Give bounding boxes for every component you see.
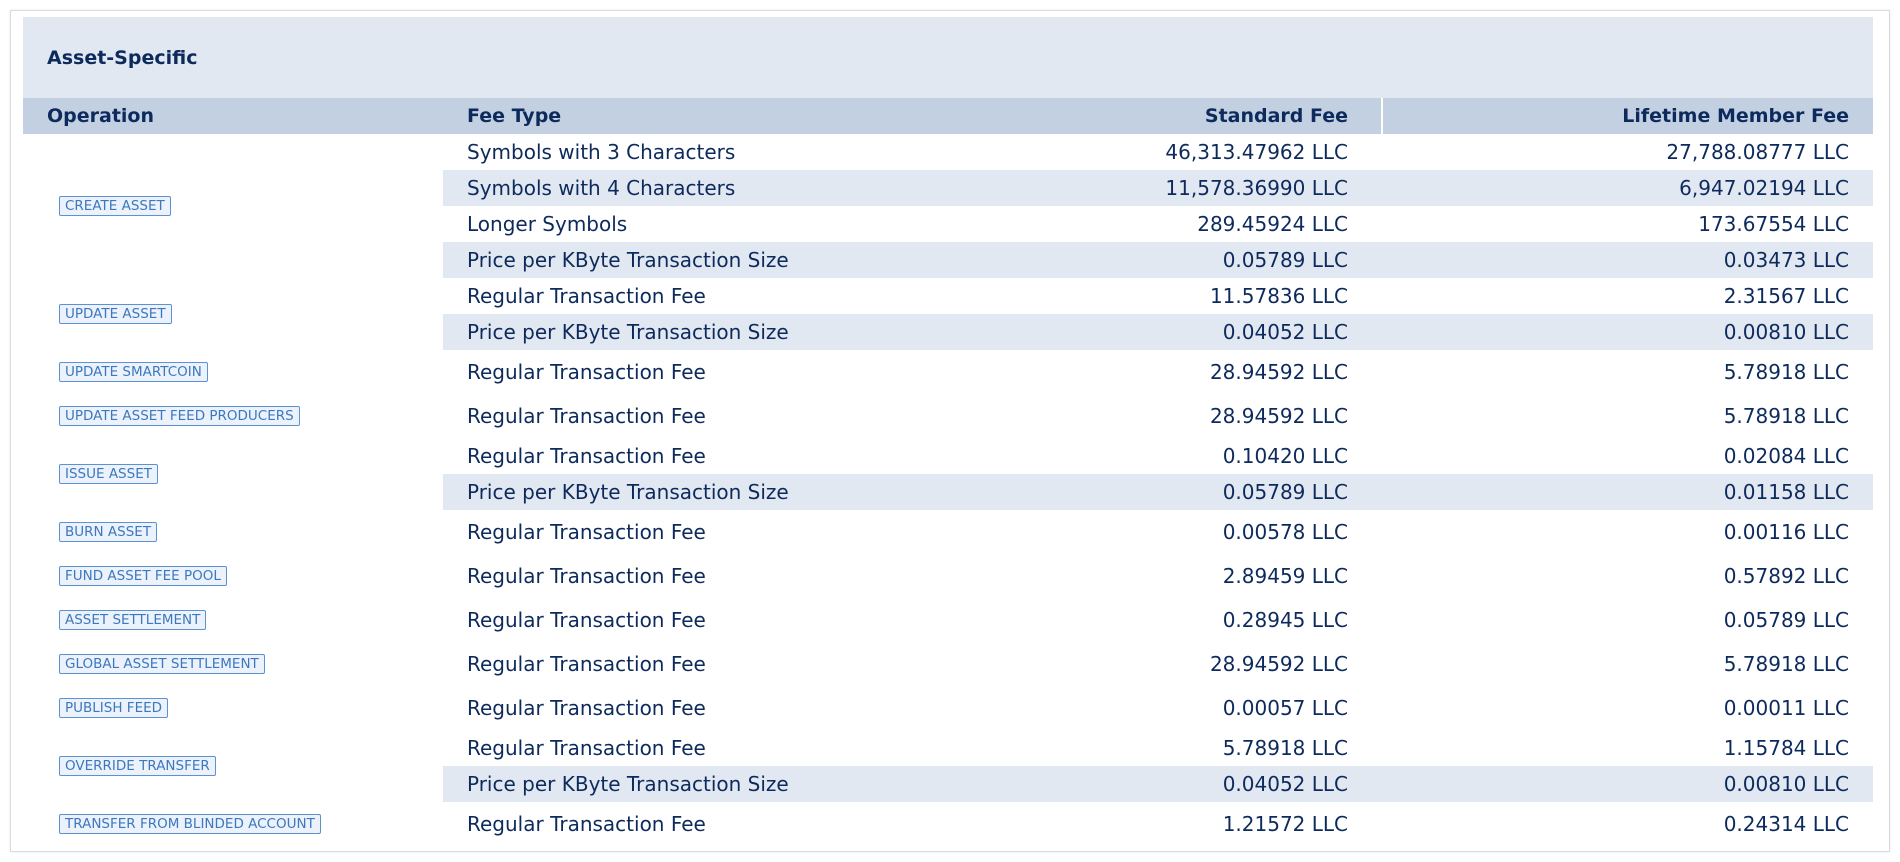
standard-fee-cell: 28.94592 LLC — [1209, 404, 1348, 428]
lifetime-fee-cell: 0.03473 LLC — [1723, 248, 1849, 272]
operation-badge[interactable]: BURN ASSET — [59, 521, 158, 542]
table-row: Longer Symbols 289.45924 LLC 173.67554 LLC — [23, 206, 1873, 242]
column-header-standard-fee: Standard Fee — [1204, 105, 1348, 127]
lifetime-fee-cell: 0.00810 LLC — [1723, 320, 1849, 344]
column-header-operation: Operation — [47, 105, 155, 127]
fee-type-cell: Regular Transaction Fee — [467, 404, 706, 428]
fee-type-cell: Regular Transaction Fee — [467, 564, 706, 588]
fee-type-cell: Symbols with 4 Characters — [467, 176, 736, 200]
lifetime-fee-cell: 6,947.02194 LLC — [1679, 176, 1849, 200]
standard-fee-cell: 5.78918 LLC — [1222, 736, 1348, 760]
fee-type-cell: Regular Transaction Fee — [467, 520, 706, 544]
fee-type-cell: Regular Transaction Fee — [467, 284, 706, 308]
fee-type-cell: Price per KByte Transaction Size — [467, 480, 789, 504]
column-divider — [1381, 98, 1383, 134]
standard-fee-cell: 0.28945 LLC — [1222, 608, 1348, 632]
standard-fee-cell: 0.04052 LLC — [1222, 320, 1348, 344]
standard-fee-cell: 0.00057 LLC — [1222, 696, 1348, 720]
table-row: Regular Transaction Fee 2.89459 LLC 0.5789… — [23, 554, 1873, 598]
lifetime-fee-cell: 5.78918 LLC — [1723, 652, 1849, 676]
fee-type-cell: Regular Transaction Fee — [467, 736, 706, 760]
table-header: Operation Fee Type Standard Fee Lifetime… — [23, 98, 1873, 134]
operation-badge[interactable]: CREATE ASSET — [59, 195, 171, 216]
lifetime-fee-cell: 173.67554 LLC — [1698, 212, 1849, 236]
lifetime-fee-cell: 0.02084 LLC — [1723, 444, 1849, 468]
operation-badge[interactable]: ASSET SETTLEMENT — [59, 609, 207, 630]
column-header-fee-type: Fee Type — [467, 105, 562, 127]
table-row: Regular Transaction Fee 0.10420 LLC 0.0208… — [23, 438, 1873, 474]
table-row: Regular Transaction Fee 11.57836 LLC 2.315… — [23, 278, 1873, 314]
fee-type-cell: Regular Transaction Fee — [467, 444, 706, 468]
standard-fee-cell: 11.57836 LLC — [1209, 284, 1348, 308]
fee-type-cell: Regular Transaction Fee — [467, 696, 706, 720]
column-header-lifetime-fee: Lifetime Member Fee — [1622, 105, 1849, 127]
standard-fee-cell: 0.05789 LLC — [1222, 248, 1348, 272]
operation-badge[interactable]: UPDATE ASSET FEED PRODUCERS — [59, 405, 300, 426]
table-row: Regular Transaction Fee 5.78918 LLC 1.1578… — [23, 730, 1873, 766]
fee-type-cell: Regular Transaction Fee — [467, 608, 706, 632]
table-row: Regular Transaction Fee 0.00578 LLC 0.0011… — [23, 510, 1873, 554]
standard-fee-cell: 0.05789 LLC — [1222, 480, 1348, 504]
standard-fee-cell: 28.94592 LLC — [1209, 360, 1348, 384]
section-header: Asset-Specific — [23, 17, 1873, 98]
standard-fee-cell: 1.21572 LLC — [1222, 812, 1348, 836]
lifetime-fee-cell: 1.15784 LLC — [1723, 736, 1849, 760]
fee-type-cell: Symbols with 3 Characters — [467, 140, 736, 164]
lifetime-fee-cell: 0.00011 LLC — [1723, 696, 1849, 720]
standard-fee-cell: 46,313.47962 LLC — [1165, 140, 1348, 164]
table-row: Price per KByte Transaction Size 0.04052 … — [23, 766, 1873, 802]
standard-fee-cell: 28.94592 LLC — [1209, 652, 1348, 676]
fee-type-cell: Regular Transaction Fee — [467, 652, 706, 676]
lifetime-fee-cell: 27,788.08777 LLC — [1666, 140, 1849, 164]
fee-schedule-card: Asset-Specific Operation Fee Type Standa… — [10, 10, 1890, 852]
operation-badge[interactable]: OVERRIDE TRANSFER — [59, 755, 216, 776]
lifetime-fee-cell: 0.00810 LLC — [1723, 772, 1849, 796]
fee-type-cell: Regular Transaction Fee — [467, 360, 706, 384]
operation-badge[interactable]: TRANSFER FROM BLINDED ACCOUNT — [59, 813, 321, 834]
table-row: Price per KByte Transaction Size 0.04052 … — [23, 314, 1873, 350]
operation-badge[interactable]: FUND ASSET FEE POOL — [59, 565, 227, 586]
table-row: Regular Transaction Fee 28.94592 LLC 5.789… — [23, 642, 1873, 686]
operation-badge[interactable]: GLOBAL ASSET SETTLEMENT — [59, 653, 265, 674]
lifetime-fee-cell: 0.57892 LLC — [1723, 564, 1849, 588]
lifetime-fee-cell: 0.01158 LLC — [1723, 480, 1849, 504]
operation-badge[interactable]: UPDATE ASSET — [59, 303, 172, 324]
standard-fee-cell: 0.00578 LLC — [1222, 520, 1348, 544]
lifetime-fee-cell: 5.78918 LLC — [1723, 404, 1849, 428]
table-row: Regular Transaction Fee 28.94592 LLC 5.789… — [23, 394, 1873, 438]
table-row: Symbols with 4 Characters 11,578.36990 LL… — [23, 170, 1873, 206]
operation-badge[interactable]: ISSUE ASSET — [59, 463, 158, 484]
lifetime-fee-cell: 0.00116 LLC — [1723, 520, 1849, 544]
fee-type-cell: Price per KByte Transaction Size — [467, 320, 789, 344]
standard-fee-cell: 0.10420 LLC — [1222, 444, 1348, 468]
fee-type-cell: Price per KByte Transaction Size — [467, 248, 789, 272]
fee-type-cell: Price per KByte Transaction Size — [467, 772, 789, 796]
section-title: Asset-Specific — [47, 47, 198, 69]
standard-fee-cell: 289.45924 LLC — [1197, 212, 1348, 236]
operation-badge[interactable]: PUBLISH FEED — [59, 697, 169, 718]
lifetime-fee-cell: 5.78918 LLC — [1723, 360, 1849, 384]
table-row: Price per KByte Transaction Size 0.05789 … — [23, 474, 1873, 510]
fee-type-cell: Regular Transaction Fee — [467, 812, 706, 836]
table-row: Regular Transaction Fee 0.28945 LLC 0.0578… — [23, 598, 1873, 642]
lifetime-fee-cell: 0.05789 LLC — [1723, 608, 1849, 632]
standard-fee-cell: 0.04052 LLC — [1222, 772, 1348, 796]
standard-fee-cell: 2.89459 LLC — [1222, 564, 1348, 588]
lifetime-fee-cell: 2.31567 LLC — [1723, 284, 1849, 308]
operation-badge[interactable]: UPDATE SMARTCOIN — [59, 361, 208, 382]
lifetime-fee-cell: 0.24314 LLC — [1723, 812, 1849, 836]
table-row: Regular Transaction Fee 0.00057 LLC 0.0001… — [23, 686, 1873, 730]
fee-type-cell: Longer Symbols — [467, 212, 628, 236]
table-row: Symbols with 3 Characters 46,313.47962 LL… — [23, 134, 1873, 170]
standard-fee-cell: 11,578.36990 LLC — [1165, 176, 1348, 200]
table-row: Regular Transaction Fee 28.94592 LLC 5.789… — [23, 350, 1873, 394]
table-row: Price per KByte Transaction Size 0.05789 … — [23, 242, 1873, 278]
